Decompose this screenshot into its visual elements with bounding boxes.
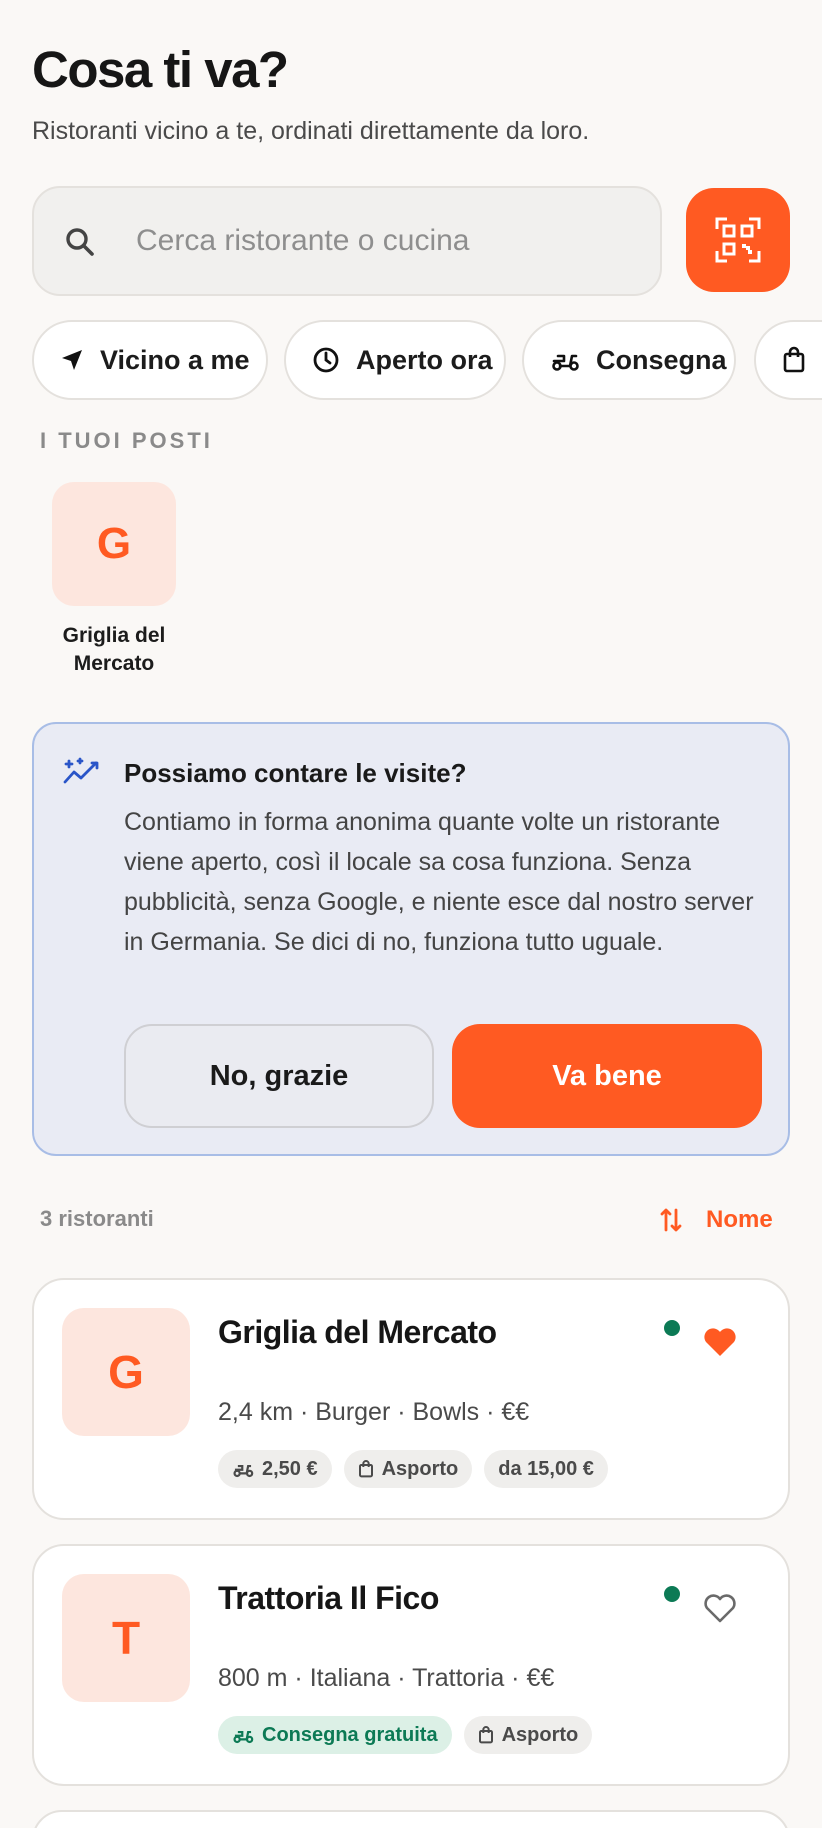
- restaurant-logo: G: [62, 1308, 190, 1436]
- clock-icon: [313, 347, 339, 373]
- bag-icon: [358, 1460, 373, 1478]
- chip-label: Consegna: [596, 344, 727, 375]
- page-title: Cosa ti va?: [32, 41, 289, 98]
- open-status-dot: [664, 1320, 680, 1336]
- restaurant-discovery-page: Cosa ti va? Ristoranti vicino a te, ordi…: [0, 0, 822, 1828]
- bag-icon: [783, 346, 805, 373]
- tag-label: Asporto: [501, 1723, 579, 1746]
- consent-title: Possiamo contare le visite?: [124, 758, 467, 788]
- heart-outline-icon[interactable]: [702, 1592, 738, 1624]
- restaurant-name: Griglia del Mercato: [218, 1314, 497, 1350]
- decline-button[interactable]: No, grazie: [124, 1024, 434, 1128]
- sort-label: Nome: [706, 1206, 773, 1233]
- restaurant-name: Trattoria Il Fico: [218, 1580, 439, 1616]
- restaurant-meta: 2,4 km · Burger · Bowls · €€: [218, 1398, 530, 1426]
- consent-text: Contiamo in forma anonima quante volte u…: [124, 808, 754, 956]
- heart-filled-icon[interactable]: [702, 1326, 738, 1358]
- restaurant-tags: Consegna gratuita Asporto: [218, 1716, 593, 1754]
- page-subtitle: Ristoranti vicino a te, ordinati diretta…: [32, 117, 590, 145]
- scooter-icon: [552, 354, 579, 371]
- qr-scan-icon: [715, 217, 761, 263]
- chip-consegna[interactable]: Consegna: [522, 320, 736, 400]
- tag-label: Consegna gratuita: [262, 1723, 438, 1746]
- qr-scan-button[interactable]: [686, 188, 790, 292]
- results-count: 3 ristoranti: [40, 1206, 154, 1231]
- sparkle-chart-icon: [63, 757, 99, 784]
- filter-chips: Vicino a me Aperto ora Consegna: [32, 320, 822, 400]
- tag-label: da 15,00 €: [498, 1457, 594, 1480]
- delivery-fee-tag: 2,50 €: [218, 1450, 332, 1488]
- search-input[interactable]: [136, 208, 636, 274]
- scooter-icon: [233, 1464, 254, 1478]
- chip-label: Aperto ora: [356, 344, 493, 375]
- restaurant-card[interactable]: T Trattoria Il Fico 800 m · Italiana · T…: [32, 1544, 790, 1786]
- chip-vicino-a-me[interactable]: Vicino a me: [32, 320, 268, 400]
- search-box[interactable]: [32, 186, 662, 296]
- search-icon: [66, 228, 94, 256]
- open-status-dot: [664, 1586, 680, 1602]
- restaurant-tags: 2,50 € Asporto da 15,00 €: [218, 1450, 608, 1488]
- restaurant-meta: 800 m · Italiana · Trattoria · €€: [218, 1664, 555, 1692]
- tag-label: 2,50 €: [262, 1457, 318, 1480]
- restaurant-card[interactable]: [32, 1810, 790, 1828]
- restaurant-card[interactable]: G Griglia del Mercato 2,4 km · Burger · …: [32, 1278, 790, 1520]
- chip-label: Vicino a me: [100, 344, 250, 375]
- sort-arrows-icon: [660, 1208, 682, 1232]
- my-places-label: I TUOI POSTI: [40, 428, 213, 453]
- chip-asporto[interactable]: [754, 320, 822, 400]
- scooter-icon: [233, 1730, 254, 1744]
- my-place-name[interactable]: Griglia del Mercato: [44, 622, 184, 678]
- accept-button[interactable]: Va bene: [452, 1024, 762, 1128]
- free-delivery-tag: Consegna gratuita: [218, 1716, 452, 1754]
- chip-aperto-ora[interactable]: Aperto ora: [284, 320, 506, 400]
- my-place-tile[interactable]: G: [52, 482, 176, 606]
- analytics-consent-card: Possiamo contare le visite? Contiamo in …: [32, 722, 790, 1156]
- min-order-tag: da 15,00 €: [484, 1450, 608, 1488]
- sort-button[interactable]: Nome: [660, 1200, 773, 1240]
- navigation-arrow-icon: [62, 350, 82, 370]
- bag-icon: [478, 1726, 493, 1744]
- tag-label: Asporto: [381, 1457, 459, 1480]
- takeaway-tag: Asporto: [463, 1716, 593, 1754]
- restaurant-logo: T: [62, 1574, 190, 1702]
- takeaway-tag: Asporto: [343, 1450, 473, 1488]
